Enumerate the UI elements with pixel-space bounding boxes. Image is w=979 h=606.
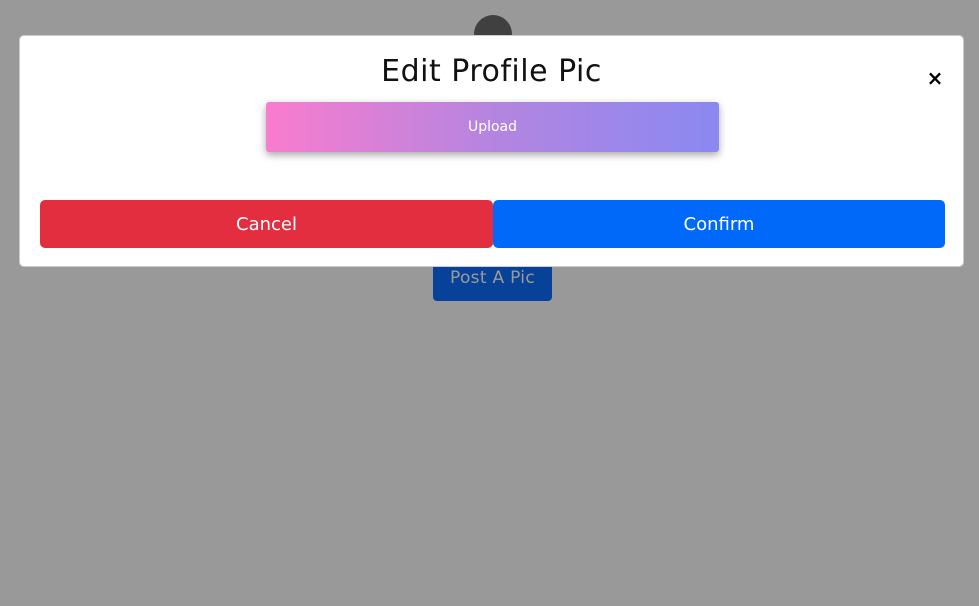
close-icon[interactable]: × [925, 66, 945, 90]
upload-button[interactable]: Upload [266, 102, 719, 152]
edit-profile-pic-modal: Edit Profile Pic × Upload Cancel Confirm [19, 35, 964, 267]
cancel-button[interactable]: Cancel [40, 200, 493, 248]
modal-title: Edit Profile Pic [381, 54, 602, 89]
confirm-button[interactable]: Confirm [493, 200, 945, 248]
